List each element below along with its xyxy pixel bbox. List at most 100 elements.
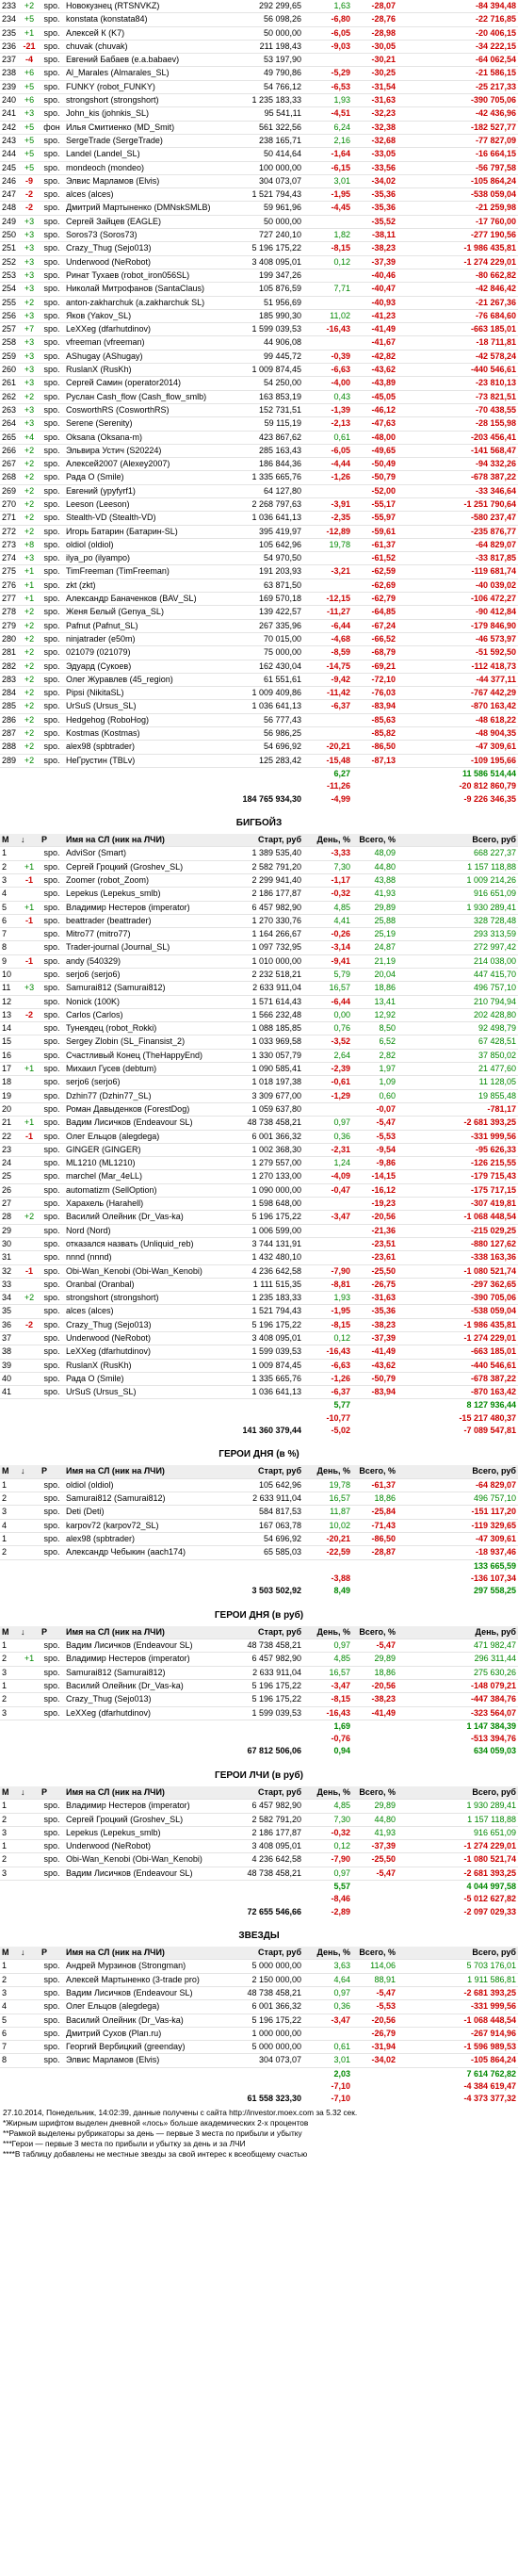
table-row: 3 spo. Вадим Лисичков (Endeavour SL) 48 738… <box>0 1867 518 1882</box>
change-cell: +3 <box>19 282 40 297</box>
column-header[interactable]: Всего, руб <box>397 833 518 848</box>
column-header[interactable]: Всего, % <box>352 1465 397 1479</box>
rank-cell: 245 <box>0 161 19 175</box>
column-header[interactable]: Старт, руб <box>230 1625 303 1640</box>
column-header[interactable]: Имя на СЛ (ник на ЛЧИ) <box>64 1946 230 1961</box>
total-pct-cell: -47,63 <box>352 416 397 432</box>
column-header[interactable]: Всего, руб <box>397 1465 518 1479</box>
total-rub-cell: 1 157 118,88 <box>397 1813 518 1827</box>
column-header[interactable]: М <box>0 1465 19 1479</box>
column-header[interactable]: Имя на СЛ (ник на ЛЧИ) <box>64 1785 230 1801</box>
column-header[interactable]: День, % <box>303 1465 352 1479</box>
column-header[interactable]: День, % <box>303 1785 352 1801</box>
rank-cell: 241 <box>0 106 19 122</box>
column-header[interactable]: Имя на СЛ (ник на ЛЧИ) <box>64 833 230 848</box>
change-cell: +3 <box>19 350 40 365</box>
column-header[interactable]: Всего, % <box>352 1625 397 1640</box>
column-header[interactable]: Всего, % <box>352 1785 397 1801</box>
column-header[interactable]: Старт, руб <box>230 833 303 848</box>
column-header[interactable]: М <box>0 1946 19 1961</box>
start-cell: 54 250,00 <box>230 376 303 391</box>
column-header[interactable]: День, % <box>303 1946 352 1961</box>
column-header[interactable]: Старт, руб <box>230 1946 303 1961</box>
total-pct-cell: -50,79 <box>352 470 397 485</box>
column-header[interactable]: Старт, руб <box>230 1465 303 1479</box>
column-header[interactable]: М <box>0 833 19 848</box>
column-header[interactable]: Р <box>40 1625 64 1640</box>
table-row: 20 spo. Роман Давыденков (ForestDog) 1 059 … <box>0 1102 518 1117</box>
column-header[interactable]: Всего, руб <box>397 1785 518 1801</box>
column-header[interactable]: ↓ <box>19 1946 40 1961</box>
empty-cell <box>352 1881 397 1894</box>
column-header[interactable]: Р <box>40 1465 64 1479</box>
column-header[interactable]: М <box>0 1625 19 1640</box>
trader-name-cell: konstata (konstata84) <box>64 12 230 27</box>
day-pct-cell: -3,21 <box>303 564 352 579</box>
column-header[interactable]: Р <box>40 1785 64 1801</box>
column-header[interactable]: Всего, % <box>352 1946 397 1961</box>
rank-cell: 6 <box>0 914 19 929</box>
total-rub-cell: -2 681 393,25 <box>397 1867 518 1882</box>
table-row: 272 +2 spo. Игорь Батарин (Батарин-SL) 395 4… <box>0 525 518 539</box>
column-header[interactable]: ↓ <box>19 1465 40 1479</box>
column-header[interactable]: М <box>0 1785 19 1801</box>
type-cell: spo. <box>40 1639 64 1654</box>
total-pct-cell: -41,49 <box>352 1345 397 1360</box>
trader-name-cell: Счастливый Конец (TheHappyEnd) <box>64 1049 230 1064</box>
change-cell: +2 <box>19 390 40 404</box>
start-cell: 1 335 665,76 <box>230 1372 303 1387</box>
day-pct-cell: -1,64 <box>303 147 352 162</box>
rank-cell: 3 <box>0 1986 19 2001</box>
section-table: М ↓ Р Имя на СЛ (ник на ЛЧИ) Старт, руб День,… <box>0 1946 518 2106</box>
table-row: 7 spo. Георгий Вербицкий (greenday) 5 000 0… <box>0 2040 518 2055</box>
type-cell: spo. <box>40 525 64 539</box>
total-rub-cell: -70 438,55 <box>397 403 518 418</box>
start-cell: 199 347,26 <box>230 269 303 284</box>
total-pct-cell: -62,79 <box>352 592 397 607</box>
column-header[interactable]: Старт, руб <box>230 1785 303 1801</box>
trader-name-cell: Владимир Нестеров (imperator) <box>64 1652 230 1667</box>
column-header[interactable]: Р <box>40 833 64 848</box>
table-row: 15 spo. Sergey Zlobin (SL_Finansist_2) 1 03… <box>0 1035 518 1050</box>
rank-cell: 3 <box>0 1826 19 1841</box>
total-rub-cell: -1 068 448,54 <box>397 1210 518 1225</box>
column-header[interactable]: Всего, руб <box>397 1946 518 1961</box>
total-sum-cell: -20 812 860,79 <box>459 781 516 791</box>
column-header[interactable]: Р <box>40 1946 64 1961</box>
rank-cell: 276 <box>0 579 19 594</box>
table-row: 261 +3 spo. Сергей Самин (operator2014) 54 2… <box>0 376 518 391</box>
change-cell: +2 <box>19 713 40 728</box>
column-header[interactable]: ↓ <box>19 1625 40 1640</box>
column-header[interactable]: ↓ <box>19 833 40 848</box>
trader-name-cell: Ринат Тухаев (robot_iron056SL) <box>64 269 230 284</box>
type-cell: spo. <box>40 551 64 566</box>
trader-name-cell: Руслан Cash_flow (Cash_flow_smlb) <box>64 390 230 404</box>
start-cell: 2 582 791,20 <box>230 860 303 874</box>
column-header[interactable]: ↓ <box>19 1785 40 1801</box>
total-rub-cell: -21 267,36 <box>397 296 518 310</box>
section-title: ГЕРОИ ДНЯ (в руб) <box>214 1609 304 1621</box>
trader-name-cell: Lepekus (Lepekus_smlb) <box>64 887 230 902</box>
table-row: 13 -2 spo. Carlos (Carlos) 1 566 232,48 0,00 1… <box>0 1008 518 1023</box>
day-pct-cell: 3,01 <box>303 174 352 189</box>
totals-row: 5,57 4 044 997,58 <box>0 1881 518 1894</box>
column-header[interactable]: День, % <box>303 833 352 848</box>
column-header[interactable]: Имя на СЛ (ник на ЛЧИ) <box>64 1465 230 1479</box>
type-cell: spo. <box>40 1545 64 1560</box>
rank-cell: 235 <box>0 26 19 41</box>
trader-name-cell: oldiol (oldiol) <box>64 1478 230 1493</box>
type-cell: spo. <box>40 2040 64 2055</box>
change-cell: -2 <box>19 1318 40 1333</box>
start-cell: 1 235 183,33 <box>230 93 303 108</box>
day-pct-cell <box>303 713 352 728</box>
total-rub-cell: -105 864,24 <box>397 2053 518 2068</box>
column-header[interactable]: Имя на СЛ (ник на ЛЧИ) <box>64 1625 230 1640</box>
column-header[interactable]: Всего, % <box>352 833 397 848</box>
type-cell: spo. <box>40 1049 64 1064</box>
rank-cell: 238 <box>0 66 19 81</box>
column-header[interactable]: День, % <box>303 1625 352 1640</box>
column-header[interactable]: День, руб <box>397 1625 518 1640</box>
type-cell: spo. <box>40 1183 64 1198</box>
table-row: 24 spo. ML1210 (ML1210) 1 279 557,00 1,24 -9,… <box>0 1156 518 1171</box>
day-pct-cell: -22,59 <box>303 1545 352 1560</box>
